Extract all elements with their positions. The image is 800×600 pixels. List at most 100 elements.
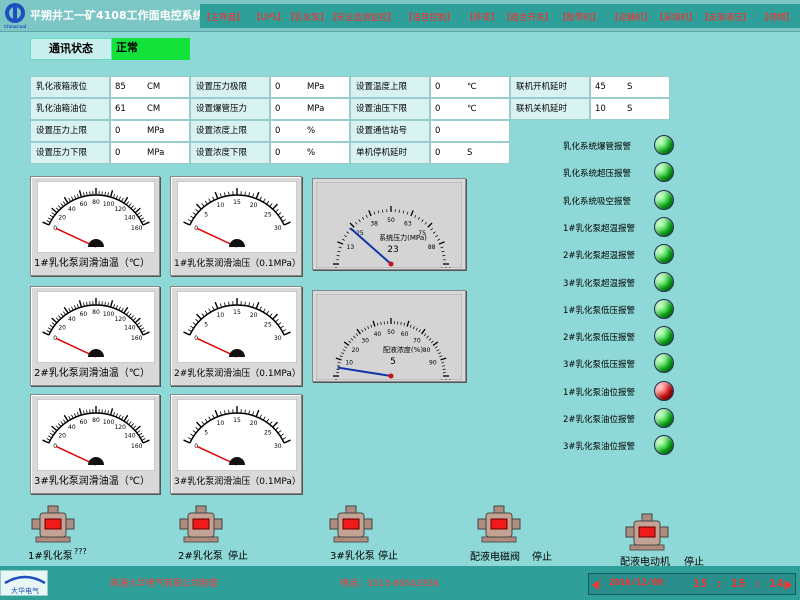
gauge-tick-label: 10 <box>217 202 225 209</box>
param-unit: ℃ <box>467 82 477 92</box>
nav-item[interactable]: 【主界面】 <box>202 11 245 23</box>
dial-tick-label: 90 <box>429 359 437 366</box>
gauge-tick-label: 30 <box>274 335 282 342</box>
param-value: 0 MPa <box>270 76 350 98</box>
param-value: 0 ℃ <box>430 76 510 98</box>
pump-icon[interactable] <box>30 504 76 544</box>
dahua-logo: 大华电气 <box>0 570 48 596</box>
gauge-face: 0510 15 202530 <box>177 181 297 253</box>
param-label: 联机开机延时 <box>510 76 590 98</box>
gauge-tick-label: 40 <box>68 206 76 213</box>
dial-label: 配液浓度(%) <box>383 345 423 354</box>
gauge-tick-label: 5 <box>204 211 208 218</box>
dial-tick-label: 63 <box>404 220 412 227</box>
nav-item[interactable]: 【安全监测监控】 <box>328 11 396 23</box>
nav-item[interactable]: 【乳化泵】 <box>286 11 329 23</box>
alarm-led-icon <box>654 162 674 183</box>
param-number: 45 <box>595 82 606 92</box>
param-value: 0 MPa <box>270 98 350 120</box>
param-number: 0 <box>435 82 441 92</box>
comm-status-value: 正常 <box>112 38 190 60</box>
param-label: 设置浓度下限 <box>190 142 270 164</box>
param-unit: MPa <box>307 82 325 92</box>
datetime-box: 2010/12/09 15 : 15 : 14 <box>588 573 796 595</box>
nav-item[interactable]: 【运输机】 <box>610 11 653 23</box>
gauge-tick-label: 5 <box>204 321 208 328</box>
param-value: 61 CM <box>110 98 190 120</box>
pump-icon[interactable] <box>178 504 224 544</box>
param-label: 设置通信站号 <box>350 120 430 142</box>
pump-icon[interactable] <box>476 504 522 544</box>
alarm-led-icon <box>654 189 674 210</box>
param-number: 10 <box>595 104 606 114</box>
gauge-tick-label: 120 <box>114 206 126 213</box>
nav-item[interactable]: 【UPS】 <box>252 11 286 23</box>
page-title: 平朔井工一矿4108工作面电控系统 <box>30 9 204 22</box>
gauge-tick-label: 160 <box>131 225 143 232</box>
dial-tick-label: 13 <box>347 244 355 251</box>
dial-tick-label: 0 <box>334 267 338 268</box>
gauge-tick-label: 15 <box>233 417 241 424</box>
gauge-label: 1#乳化泵润滑油温（℃） <box>34 258 150 269</box>
time-display: 15 : 15 : 14 <box>693 577 785 590</box>
alarm-label: 乳化系统超压报警 <box>563 169 632 180</box>
dial-value: 5 <box>390 357 396 367</box>
oil-gauge: 0 5 10 15 20 25 30 1#乳化泵润滑油压（0.1MPa） <box>170 176 302 276</box>
dial-tick-label: 50 <box>387 217 395 224</box>
gauge-tick-label: 140 <box>124 432 136 439</box>
pump-icon[interactable] <box>624 512 670 552</box>
phone-number: 电话：0513-86542936 <box>340 579 439 589</box>
pump-status: 停止 <box>228 551 248 562</box>
pump-name: 配液电磁阀 <box>470 552 520 563</box>
gauge-tick-label: 120 <box>114 316 126 323</box>
param-unit: MPa <box>147 126 165 136</box>
gauge-tick-label: 100 <box>103 311 115 318</box>
nav-item[interactable]: 【胶带机】 <box>558 11 601 23</box>
gauge-tick-label: 100 <box>103 201 115 208</box>
arrow-left-icon <box>592 580 599 590</box>
nav-item[interactable]: 【语音控制】 <box>404 11 455 23</box>
gauge-face: 0204060 80 100120140160 <box>37 181 155 253</box>
company-name: 南通大华电气有限公司制造 <box>110 579 219 589</box>
nav-item[interactable]: 【移变】 <box>465 11 499 23</box>
alarm-label: 2#乳化泵低压报警 <box>563 333 636 344</box>
param-number: 85 <box>115 82 126 92</box>
gauge-face: 0510 15 202530 <box>177 399 297 471</box>
gauge-tick-label: 140 <box>124 214 136 221</box>
param-unit: CM <box>147 82 161 92</box>
chinacoal-logo: ChinaCoal <box>4 3 26 29</box>
gauge-face: 0510 15 202530 <box>177 291 297 363</box>
alarm-led-icon <box>654 298 674 319</box>
oil-gauge: 0 20 40 60 80 100 120 140 160 2#乳化泵润滑油温（℃） <box>30 286 160 386</box>
alarm-label: 2#乳化泵油位报警 <box>563 415 636 425</box>
param-unit: S <box>467 148 473 158</box>
gauge-tick-label: 140 <box>124 324 136 331</box>
nav-item[interactable]: 【支架液压】 <box>700 11 751 23</box>
gauge-tick-label: 60 <box>80 419 88 426</box>
param-value: 0% <box>270 142 350 164</box>
gauge-label: 3#乳化泵润滑油压（0.1MPa） <box>174 477 301 487</box>
gauge-tick-label: 10 <box>217 420 225 427</box>
gauge-tick-label: 20 <box>250 202 258 209</box>
alarm-label: 2#乳化泵超温报警 <box>563 251 636 262</box>
gauge-tick-label: 25 <box>264 211 272 218</box>
nav-item[interactable]: 【视频】 <box>760 11 794 23</box>
param-label: 设置温度上限 <box>350 76 430 98</box>
title-bar: ChinaCoal 平朔井工一矿4108工作面电控系统 【主界面】 【UPS】 【乳… <box>0 0 800 32</box>
param-number: 0 <box>275 126 281 136</box>
nav-item[interactable]: 【组合开关】 <box>502 11 553 23</box>
param-number: 0 <box>115 148 121 158</box>
dial-value: 23 <box>387 245 398 255</box>
dial-tick-label: 50 <box>387 329 395 336</box>
gauge-tick-label: 20 <box>58 324 66 331</box>
nav-item[interactable]: 【采煤机】 <box>655 11 698 23</box>
oil-gauge: 0 20 40 60 80 100 120 140 160 3#乳化泵润滑油温（℃） <box>30 394 160 494</box>
gauge-tick-label: 20 <box>250 420 258 427</box>
pump-icon[interactable] <box>328 504 374 544</box>
alarm-label: 3#乳化泵低压报警 <box>563 360 636 371</box>
nav-bar: 【主界面】 【UPS】 【乳化泵】 【安全监测监控】 【语音控制】 【移变】 【组合开关】【… <box>200 4 800 28</box>
param-unit: % <box>307 148 316 158</box>
param-unit: S <box>627 82 633 92</box>
pump-name: 3#乳化泵 <box>330 551 375 562</box>
comm-status-label: 通讯状态 <box>30 38 112 60</box>
